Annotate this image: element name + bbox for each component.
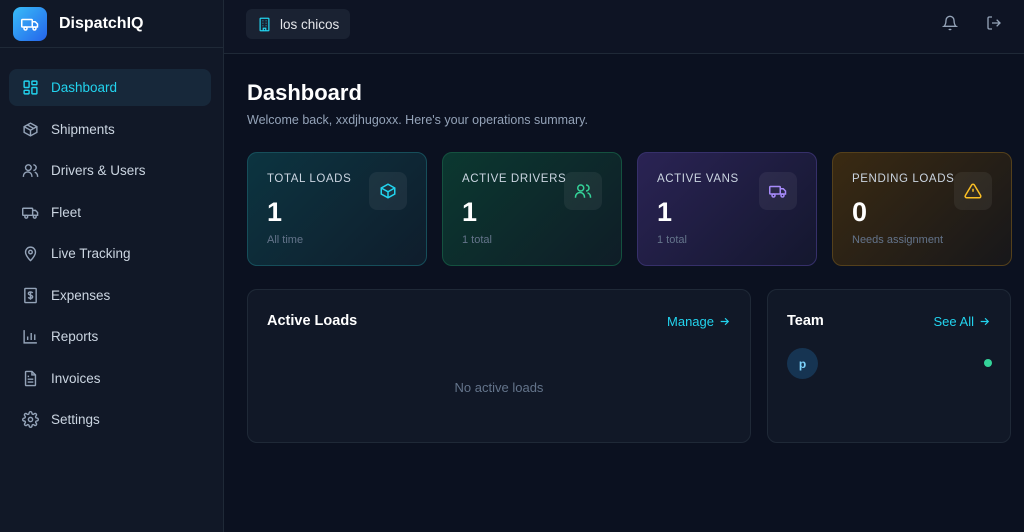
truck-icon <box>759 172 797 210</box>
online-status-dot <box>984 359 992 367</box>
bar-chart-icon <box>21 328 39 346</box>
users-icon <box>21 162 39 180</box>
brand[interactable]: DispatchIQ <box>0 0 223 48</box>
stat-foot: 1 total <box>657 234 687 246</box>
topbar: los chicos <box>224 0 1024 54</box>
sidebar-item-drivers-users[interactable]: Drivers & Users <box>9 152 211 189</box>
dollar-receipt-icon <box>21 286 39 304</box>
sidebar-item-label: Settings <box>51 412 100 427</box>
users-icon <box>564 172 602 210</box>
stat-value: 1 <box>267 197 283 227</box>
truck-icon <box>13 6 47 41</box>
stat-value: 1 <box>657 197 673 227</box>
organization-switcher[interactable]: los chicos <box>246 9 351 39</box>
panel-title: Active Loads <box>267 313 358 329</box>
sidebar-item-reports[interactable]: Reports <box>9 318 211 355</box>
team-panel: Team See All p <box>767 289 1011 443</box>
stat-foot: Needs assignment <box>852 234 944 246</box>
app-name: DispatchIQ <box>59 14 144 32</box>
manage-link-label: Manage <box>667 314 714 329</box>
sidebar-item-invoices[interactable]: Invoices <box>9 360 211 397</box>
package-icon <box>21 120 39 138</box>
map-pin-icon <box>21 245 39 263</box>
cube-icon <box>369 172 407 210</box>
sidebar-item-label: Reports <box>51 329 99 344</box>
arrow-right-icon <box>980 317 990 326</box>
building-icon <box>257 17 272 32</box>
organization-name: los chicos <box>280 16 340 32</box>
sidebar-item-dashboard[interactable]: Dashboard <box>9 69 211 106</box>
bell-icon[interactable] <box>942 15 958 31</box>
truck-icon <box>21 203 39 221</box>
empty-state: No active loads <box>454 380 544 395</box>
active-loads-panel: Active Loads Manage No active loads <box>247 289 751 443</box>
main-content: Dashboard Welcome back, xxdjhugoxx. Here… <box>224 55 1024 532</box>
see-all-link[interactable]: See All <box>934 314 991 329</box>
file-text-icon <box>21 369 39 387</box>
sidebar-item-label: Shipments <box>51 121 115 137</box>
arrow-right-icon <box>720 317 730 326</box>
see-all-link-label: See All <box>933 314 974 329</box>
sidebar-item-fleet[interactable]: Fleet <box>9 194 211 231</box>
stat-card-total-loads: TOTAL LOADS 1 All time <box>247 152 427 266</box>
sidebar-nav: Dashboard Shipments Drivers & Users Flee… <box>0 48 223 438</box>
page-title: Dashboard <box>247 80 362 105</box>
sidebar-item-settings[interactable]: Settings <box>9 401 211 438</box>
sidebar-item-live-tracking[interactable]: Live Tracking <box>9 235 211 272</box>
stat-value: 1 <box>462 197 478 227</box>
logout-icon[interactable] <box>986 15 1002 31</box>
stat-foot: All time <box>267 234 304 246</box>
panel-title: Team <box>787 313 824 329</box>
stat-value: 0 <box>852 197 868 227</box>
stat-card-pending-loads: PENDING LOADS 0 Needs assignment <box>832 152 1012 266</box>
stat-card-active-drivers: ACTIVE DRIVERS 1 1 total <box>442 152 622 266</box>
sidebar-item-expenses[interactable]: Expenses <box>9 277 211 314</box>
manage-link[interactable]: Manage <box>667 314 731 329</box>
sidebar-item-label: Live Tracking <box>51 246 131 261</box>
sidebar-item-label: Fleet <box>51 204 82 220</box>
grid-icon <box>21 79 39 97</box>
sidebar-item-label: Drivers & Users <box>51 163 146 178</box>
gear-icon <box>21 411 39 429</box>
stat-foot: 1 total <box>462 234 492 246</box>
team-member[interactable]: p <box>787 348 828 379</box>
avatar: p <box>787 348 818 379</box>
sidebar-item-label: Invoices <box>51 370 101 386</box>
stat-card-active-vans: ACTIVE VANS 1 1 total <box>637 152 817 266</box>
sidebar-item-label: Expenses <box>51 287 111 303</box>
page-subtitle: Welcome back, xxdjhugoxx. Here's your op… <box>247 113 588 127</box>
sidebar: DispatchIQ Dashboard Shipments Drivers &… <box>0 0 224 532</box>
sidebar-item-label: Dashboard <box>51 80 118 95</box>
warning-icon <box>954 172 992 210</box>
sidebar-item-shipments[interactable]: Shipments <box>9 111 211 148</box>
